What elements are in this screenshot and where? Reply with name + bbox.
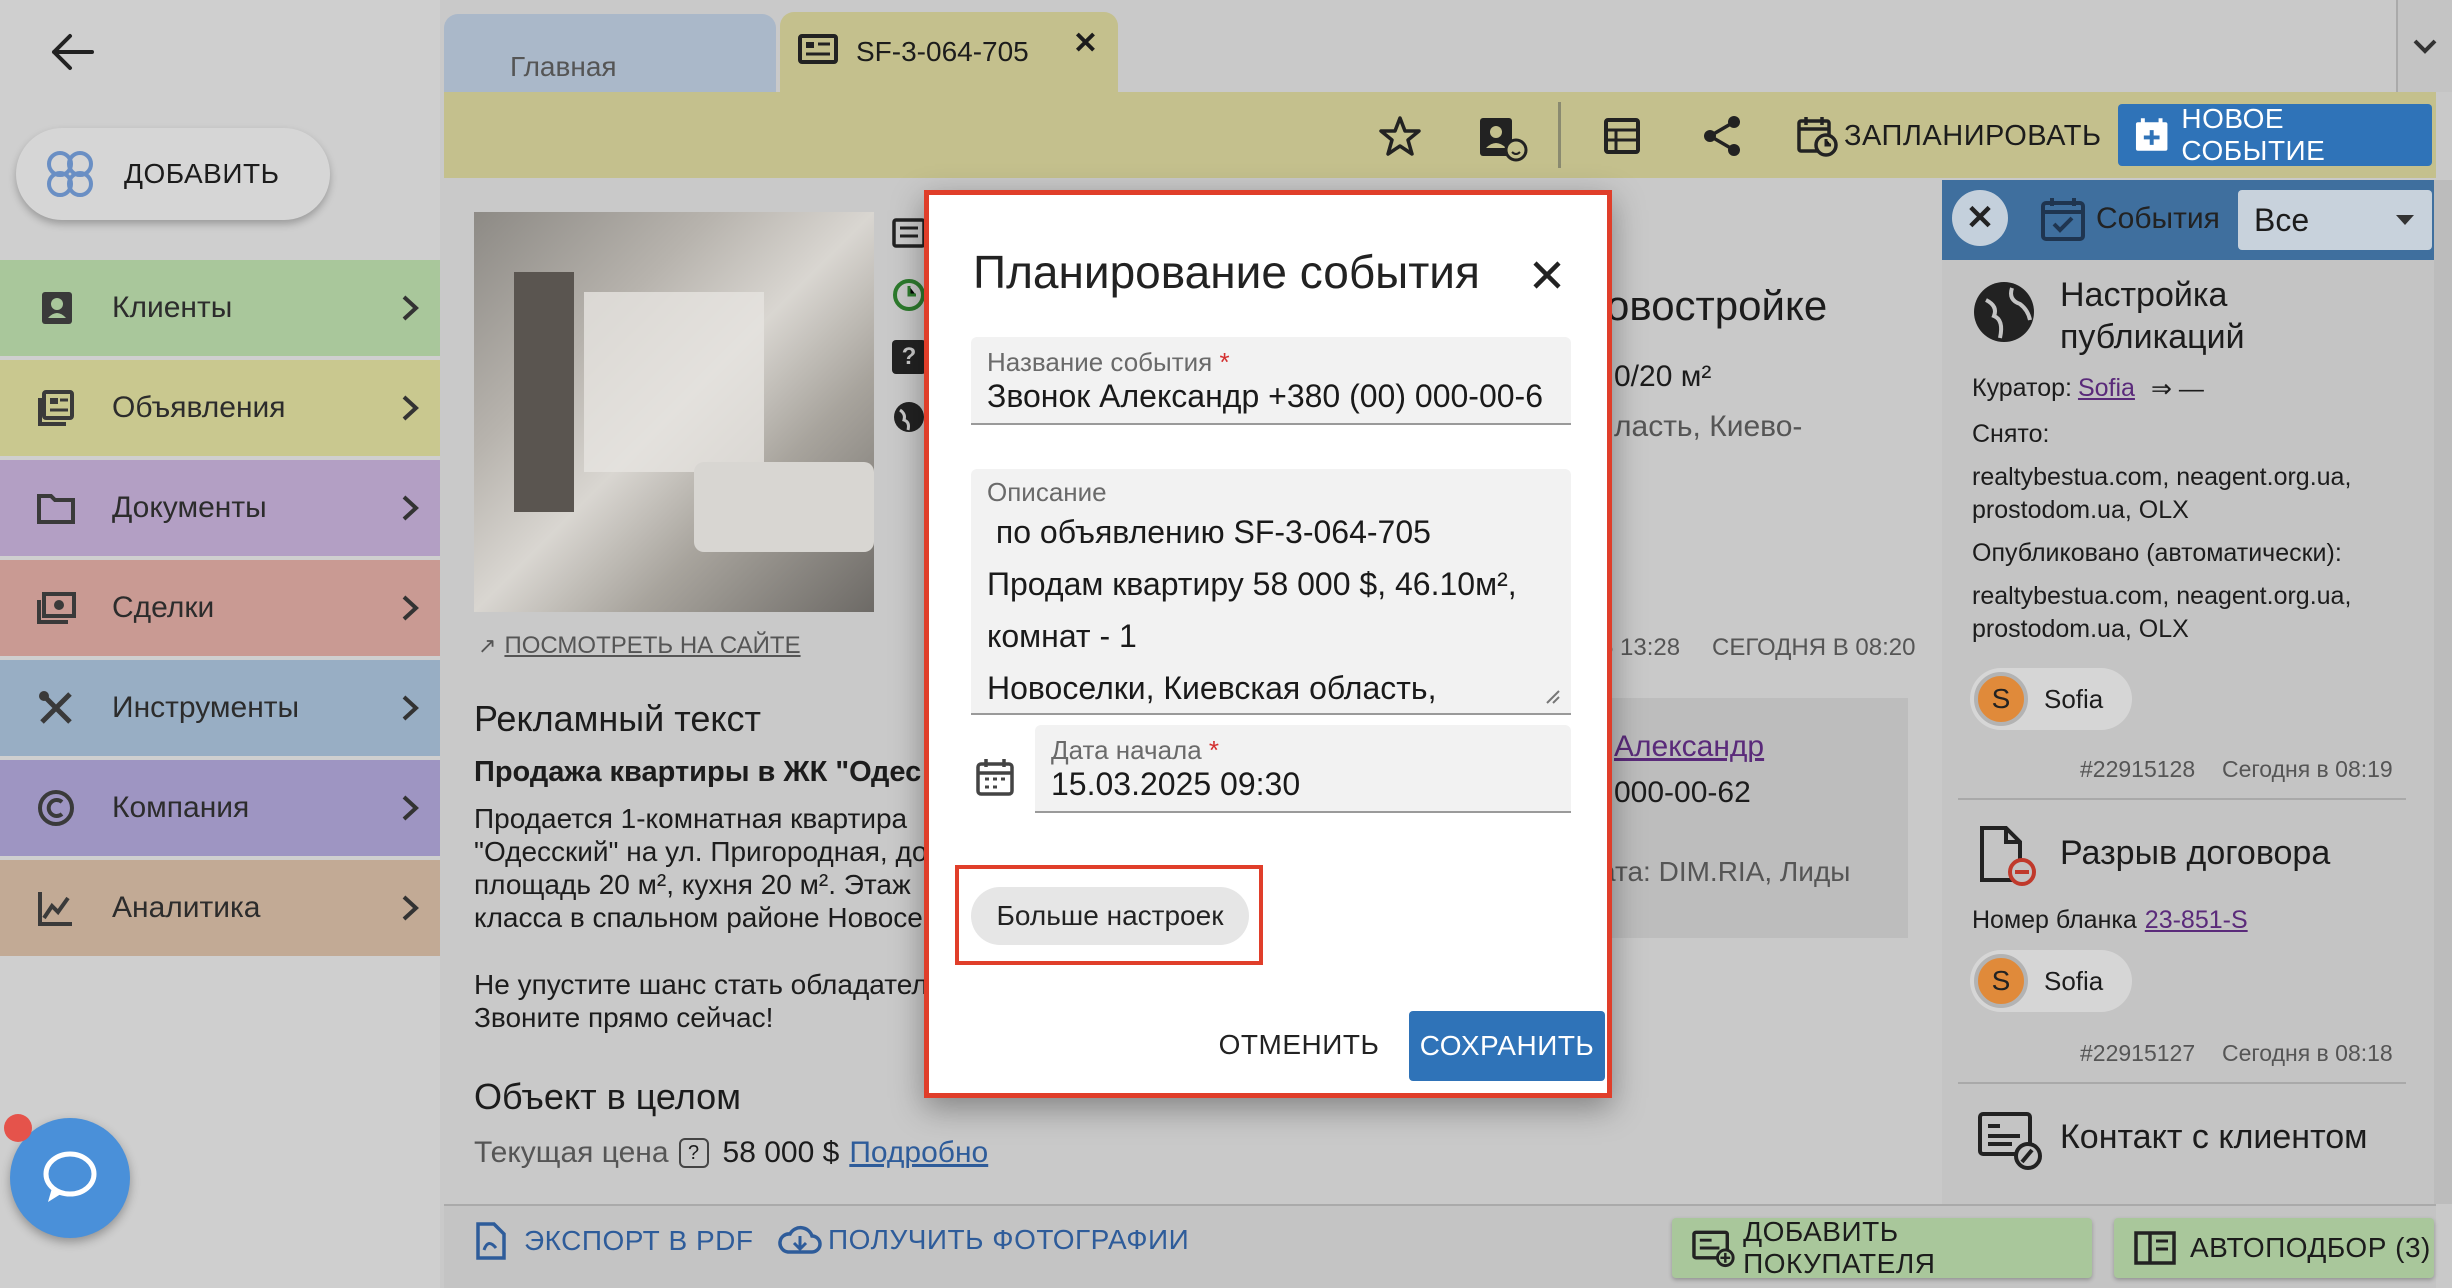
event-planning-dialog: Планирование события Название события * …	[924, 190, 1612, 1098]
event-name-field[interactable]: Название события * Звонок Александр +380…	[971, 337, 1571, 425]
event-name-label: Название события *	[987, 347, 1555, 378]
description-text: по объявлению SF-3-064-705 Продам кварти…	[987, 506, 1555, 713]
more-settings-button[interactable]: Больше настроек	[971, 887, 1249, 945]
start-date-label-text: Дата начала	[1051, 735, 1202, 765]
cancel-button[interactable]: ОТМЕНИТЬ	[1209, 1015, 1389, 1075]
description-line: комнат - 1	[987, 618, 1137, 654]
start-date-value: 15.03.2025 09:30	[1051, 766, 1301, 802]
dialog-close-button[interactable]	[1519, 247, 1575, 303]
start-date-label: Дата начала *	[1051, 735, 1555, 766]
required-mark: *	[1219, 347, 1230, 377]
description-line: Новоселки, Киевская область,	[987, 670, 1437, 706]
event-name-label-text: Название события	[987, 347, 1213, 377]
resize-handle-icon[interactable]	[1545, 689, 1561, 705]
close-icon	[1533, 261, 1561, 289]
required-mark: *	[1208, 735, 1220, 765]
description-field[interactable]: Описание по объявлению SF-3-064-705 Прод…	[971, 469, 1571, 715]
start-date-field[interactable]: Дата начала * 15.03.2025 09:30	[1035, 725, 1571, 813]
dialog-title: Планирование события	[973, 246, 1480, 298]
calendar-icon[interactable]	[975, 757, 1017, 799]
description-line: по объявлению SF-3-064-705	[987, 514, 1431, 550]
event-name-value: Звонок Александр +380 (00) 000-00-6	[987, 378, 1543, 414]
description-label: Описание	[987, 477, 1107, 507]
save-button[interactable]: СОХРАНИТЬ	[1409, 1011, 1605, 1081]
description-line: Продам квартиру 58 000 $, 46.10м²,	[987, 566, 1517, 602]
